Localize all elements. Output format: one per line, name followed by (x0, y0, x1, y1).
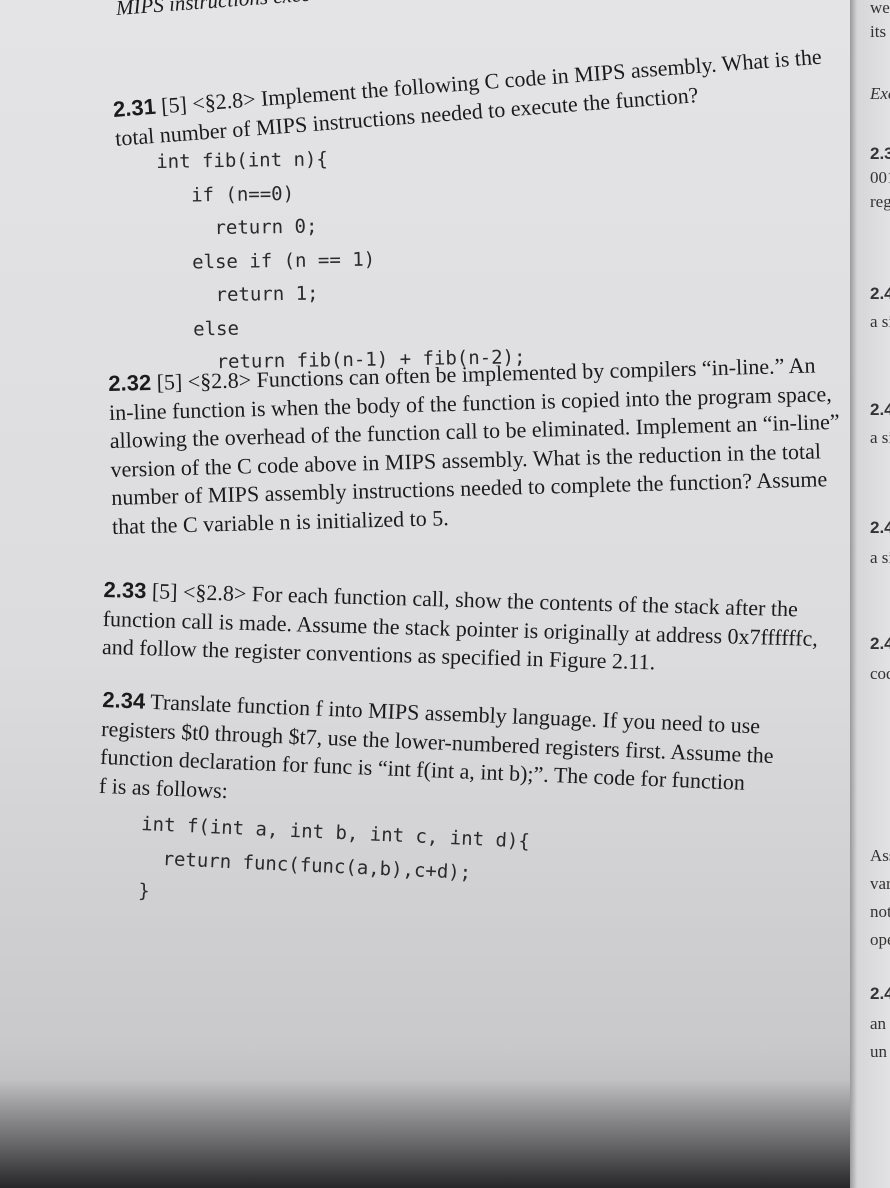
running-head-text: MIPS instructions exec (115, 0, 312, 20)
problem-2-33: 2.33 [5] <§2.8> For each function call, … (102, 576, 850, 685)
adjacent-fragment: 2.4 (870, 284, 890, 303)
problem-2-31: 2.31 [5] <§2.8> Implement the following … (112, 32, 850, 153)
problem-2-32: 2.32 [5] <§2.8> Functions can often be i… (108, 348, 850, 541)
adjacent-fragment: Assu (870, 846, 890, 865)
adjacent-fragment: 001 (870, 168, 890, 187)
adjacent-page-edge: we its c Exe 2.3 001 regi 2.4 a sir 2.4 … (850, 0, 890, 1188)
adjacent-fragment: 2.4 (870, 984, 890, 1003)
adjacent-fragment: 2.4 (870, 518, 890, 537)
adjacent-fragment: vari (870, 874, 890, 893)
page-shadow (0, 1080, 850, 1188)
textbook-page: MIPS instructions exec 2.31 [5] <§2.8> I… (0, 0, 850, 1188)
adjacent-fragment: we (870, 0, 890, 17)
adjacent-fragment: its c (870, 22, 890, 41)
adjacent-fragment: un (870, 1042, 887, 1061)
adjacent-fragment: a sir (870, 428, 890, 447)
adjacent-fragment: 2.3 (870, 144, 890, 163)
adjacent-fragment: a sin (870, 548, 890, 567)
problem-number: 2.34 (101, 686, 146, 714)
adjacent-fragment: Exe (870, 84, 890, 103)
adjacent-fragment: regi (870, 192, 890, 211)
problem-number: 2.31 (112, 93, 157, 122)
adjacent-fragment: 2.4 (870, 634, 890, 653)
running-head: MIPS instructions exec (115, 0, 850, 22)
adjacent-fragment: code (870, 664, 890, 683)
problem-number: 2.33 (103, 576, 147, 604)
adjacent-fragment: ope (870, 930, 890, 949)
code-fib: int fib(int n){ if (n==0) return 0; else… (156, 133, 850, 381)
problem-number: 2.32 (108, 369, 152, 396)
adjacent-fragment: not (870, 902, 890, 921)
code-f: int f(int a, int b, int c, int d){ retur… (137, 808, 850, 947)
adjacent-fragment: an (870, 1014, 887, 1033)
adjacent-fragment: a sir (870, 312, 890, 331)
adjacent-fragment: 2.4 (870, 400, 890, 419)
